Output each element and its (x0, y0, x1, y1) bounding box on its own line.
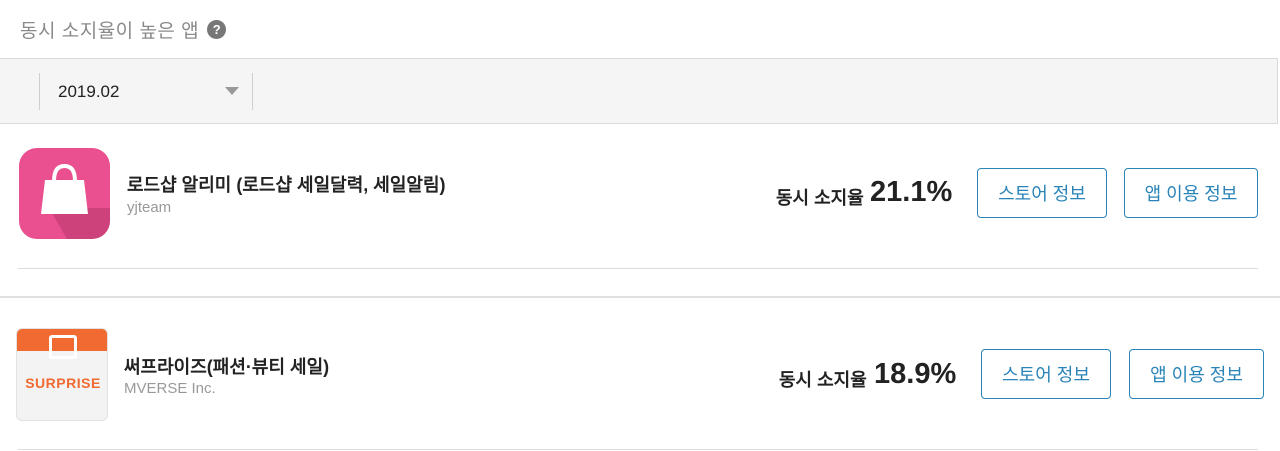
surprise-handle (49, 335, 77, 359)
app-name[interactable]: 로드샵 알리미 (로드샵 세일달력, 세일알림) (127, 171, 446, 197)
app-developer: MVERSE Inc. (124, 380, 216, 397)
section-header: 동시 소지율이 높은 앱 ? (0, 0, 1280, 58)
shopping-bag-icon (41, 163, 110, 239)
surprise-logo-icon: SURPRISE (25, 375, 101, 391)
month-select[interactable]: 2019.02 (39, 73, 253, 110)
rate-label: 동시 소지율 (776, 188, 864, 208)
help-icon[interactable]: ? (207, 19, 227, 39)
app-developer: yjteam (127, 199, 172, 216)
store-info-button[interactable]: 스토어 정보 (977, 168, 1107, 218)
section-divider (0, 296, 1280, 298)
filter-bar: 2019.02 (0, 58, 1278, 124)
chevron-down-icon (225, 87, 239, 95)
app-usage-info-button[interactable]: 앱 이용 정보 (1129, 349, 1264, 399)
rate-value: 18.9% (874, 358, 957, 390)
store-info-button[interactable]: 스토어 정보 (981, 349, 1111, 399)
row-divider (18, 449, 1258, 450)
app-icon-surprise: SURPRISE (16, 328, 108, 421)
section-title: 동시 소지율이 높은 앱 (20, 20, 200, 42)
rate-value: 21.1% (870, 176, 953, 208)
month-select-value: 2019.02 (58, 81, 120, 101)
rate-label: 동시 소지율 (779, 370, 867, 390)
app-name[interactable]: 써프라이즈(패션·뷰티 세일) (124, 353, 329, 379)
app-usage-info-button[interactable]: 앱 이용 정보 (1124, 168, 1258, 218)
app-icon-shopping-bag (19, 148, 110, 239)
row-divider (18, 268, 1258, 269)
